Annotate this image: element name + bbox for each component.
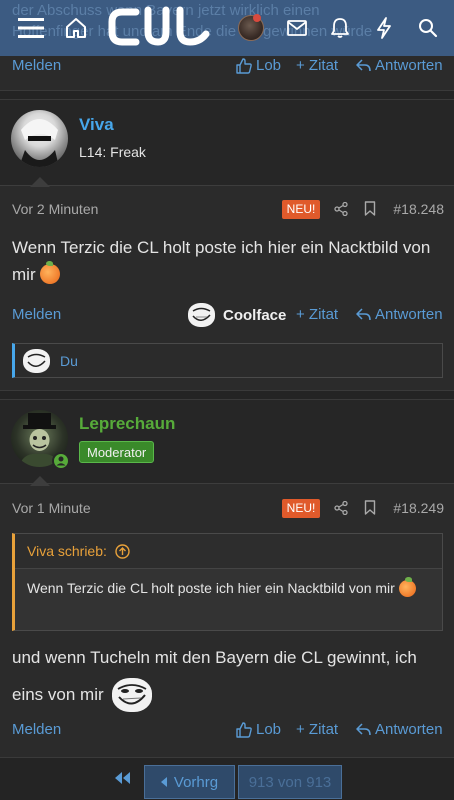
post-body: und wenn Tucheln mit den Bayern die CL g… [12,639,444,713]
post-actions: Melden Coolface + Zitat Antworten [0,301,454,331]
reply-label: Antworten [375,306,443,323]
post-body-line: eins von mir [12,685,104,704]
reply-button[interactable]: Antworten [356,306,443,323]
home-icon[interactable] [62,14,90,42]
post-leprechaun: Leprechaun Moderator Vor 1 Minute NEU! #… [0,400,454,757]
post-body-line: und wenn Tucheln mit den Bayern die CL g… [12,648,417,667]
quote-body: Wenn Terzic die CL holt poste ich hier e… [27,577,432,599]
quote-text: Wenn Terzic die CL holt poste ich hier e… [27,580,395,596]
site-logo[interactable] [108,4,214,50]
post-number[interactable]: #18.248 [393,201,444,217]
thumbs-up-icon [236,721,252,738]
post-viva: Viva L14: Freak Vor 2 Minuten NEU! #18.2… [0,100,454,390]
reaction-summary[interactable]: Coolface [188,303,286,327]
author-name[interactable]: Leprechaun [79,414,175,434]
report-link[interactable]: Melden [12,306,61,323]
quote-block: Viva schrieb: Wenn Terzic die CL holt po… [12,533,443,631]
bell-icon[interactable] [326,14,354,42]
post-time[interactable]: Vor 2 Minuten [12,201,98,217]
new-badge: NEU! [282,200,320,219]
author-title: L14: Freak [79,144,146,160]
page-indicator[interactable]: 913 von 913 [238,765,342,799]
share-icon[interactable] [334,202,348,216]
arrow-up-circle-icon [115,544,130,559]
inbox-icon[interactable] [283,14,311,42]
post-actions: Melden Lob + Zitat Antworten [0,716,454,746]
first-page-icon[interactable] [113,771,131,790]
post-separator [0,90,454,100]
bookmark-icon[interactable] [364,500,376,515]
peach-emoji-icon [398,577,416,597]
hamburger-menu-icon[interactable] [17,14,45,42]
coolface-reaction-icon [23,349,50,373]
reply-button[interactable]: Antworten [356,721,443,738]
report-link[interactable]: Melden [12,57,61,74]
reply-button[interactable]: Antworten [356,57,443,74]
like-label: Lob [256,57,282,74]
post-number[interactable]: #18.249 [393,500,444,516]
reaction-label: Coolface [223,306,287,324]
post-author-header: Leprechaun Moderator [0,400,454,484]
coolface-reaction-icon [188,303,215,327]
post-time[interactable]: Vor 1 Minute [12,500,91,516]
quote-author: Viva schrieb: [27,543,107,559]
previous-post-actions: Melden Lob + Zitat Antworten [0,52,454,82]
post-body-text: Wenn Terzic die CL holt poste ich hier e… [12,238,431,284]
thumbs-up-icon [236,57,252,74]
author-pointer [30,177,50,187]
like-label: Lob [256,721,282,738]
reply-icon [356,722,371,735]
previous-page-label: Vorhrg [173,773,219,791]
share-icon[interactable] [334,501,348,515]
new-badge: NEU! [282,499,320,518]
author-avatar[interactable] [11,110,68,167]
like-button[interactable]: Lob [236,57,281,74]
online-status-icon [52,452,70,470]
reply-label: Antworten [375,721,443,738]
peach-emoji-icon [40,261,61,284]
post-author-header: Viva L14: Freak [0,100,454,186]
quote-button[interactable]: + Zitat [296,721,338,738]
quote-button[interactable]: + Zitat [296,306,338,323]
chevron-left-icon [160,777,167,787]
quote-header: Viva schrieb: [15,534,442,569]
author-name[interactable]: Viva [79,115,114,135]
quote-author-link[interactable]: Viva schrieb: [27,543,130,559]
quote-button[interactable]: + Zitat [296,57,338,74]
notification-dot-icon [253,14,261,22]
post-meta: Vor 1 Minute NEU! #18.249 [12,497,444,519]
reply-label: Antworten [375,57,443,74]
reply-icon [356,58,371,71]
coolface-emoji-icon [111,677,152,712]
top-navigation-bar: der Abschuss wenn Bayern jetzt wirklich … [0,0,454,56]
search-icon[interactable] [414,14,442,42]
report-link[interactable]: Melden [12,721,61,738]
bookmark-icon[interactable] [364,201,376,216]
author-pointer [30,476,50,486]
pagination-bar: Vorhrg 913 von 913 [0,757,454,800]
previous-page-button[interactable]: Vorhrg [144,765,235,799]
post-meta: Vor 2 Minuten NEU! #18.248 [12,198,444,220]
lightning-icon[interactable] [370,14,398,42]
like-button[interactable]: Lob [236,721,281,738]
post-separator [0,390,454,400]
post-body-line-with-emoji: eins von mir [12,676,444,713]
reaction-user[interactable]: Du [60,353,78,369]
reply-icon [356,307,371,320]
moderator-badge: Moderator [79,441,155,463]
post-body: Wenn Terzic die CL holt poste ich hier e… [12,234,444,288]
reactions-bar[interactable]: Du [12,343,443,378]
